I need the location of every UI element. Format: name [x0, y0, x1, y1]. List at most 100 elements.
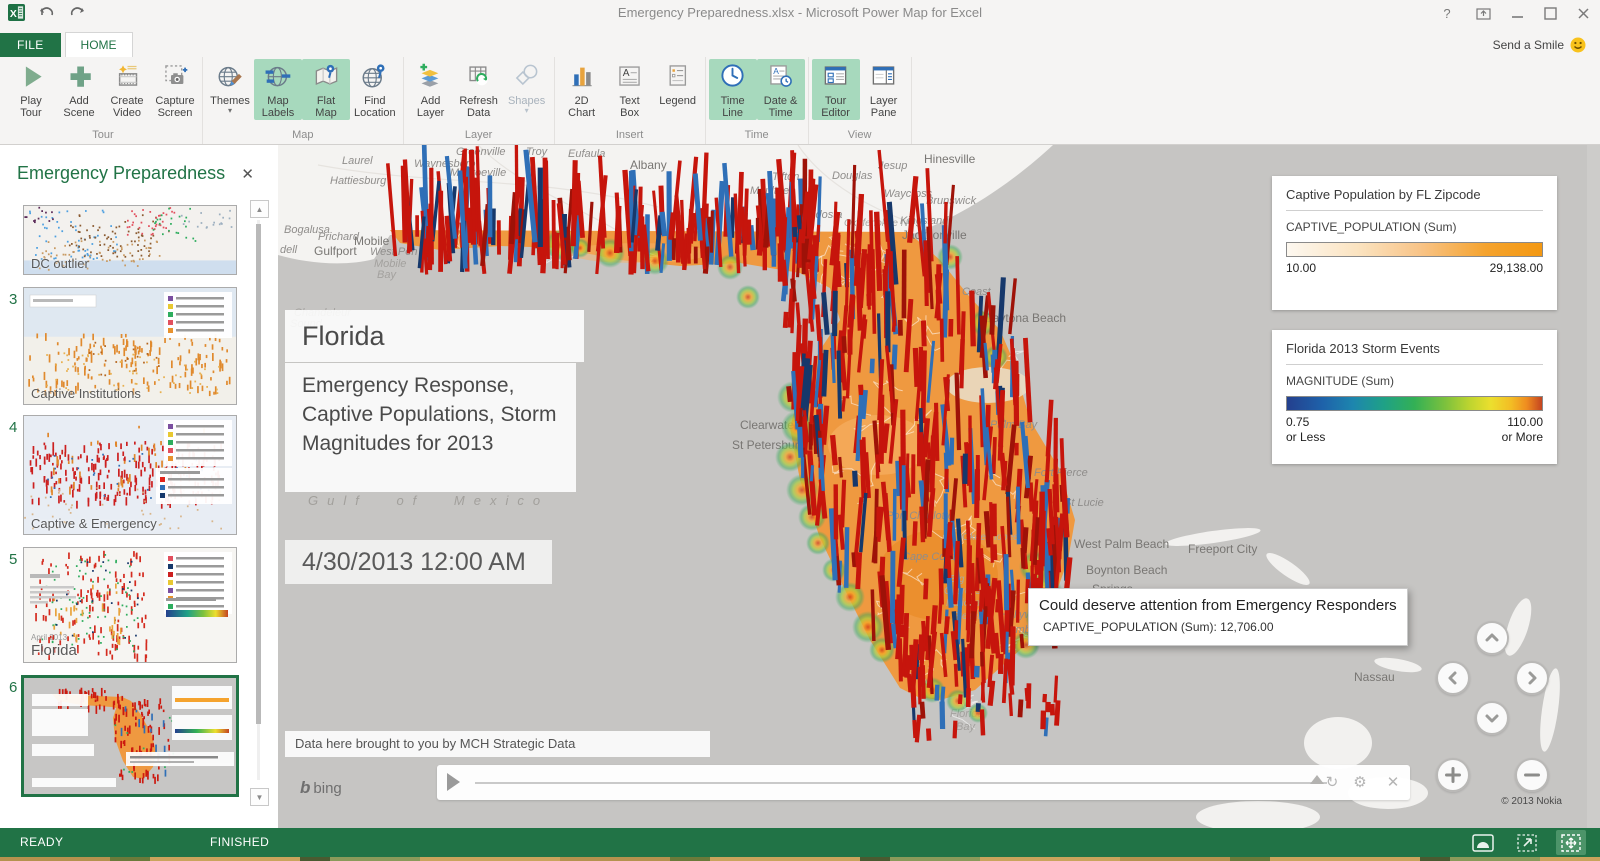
scroll-up-icon[interactable]: ▲: [250, 200, 269, 218]
scene-thumbnail-6[interactable]: 6: [23, 675, 239, 797]
map-area[interactable]: LaurelWaynesboroHattiesburgGreenvilleMon…: [278, 145, 1600, 828]
svg-text:Bay: Bay: [956, 721, 976, 733]
video-icon: [114, 62, 141, 95]
svg-text:Bay: Bay: [377, 269, 397, 281]
ribbon-tab-row: FILE HOME Send a Smile: [0, 26, 1600, 57]
pan-right-button[interactable]: [1515, 661, 1549, 695]
ribbon-group-map: Themes▾MapLabelsFlatMapFindLocationMap: [203, 57, 404, 144]
timeline-track[interactable]: [475, 782, 1327, 784]
ribbon-button-tour-editor[interactable]: TourEditor: [812, 59, 860, 120]
svg-text:Hinesville: Hinesville: [924, 152, 976, 166]
ribbon-button-flat-map[interactable]: FlatMap: [302, 59, 350, 120]
send-a-smile[interactable]: Send a Smile: [1493, 37, 1586, 53]
ribbon-button-shapes[interactable]: Shapes▾: [503, 59, 551, 116]
svg-text:Boynton Beach: Boynton Beach: [1086, 563, 1167, 577]
button-label: PlayTour: [20, 95, 41, 119]
ribbon-button-play-tour[interactable]: PlayTour: [7, 59, 55, 120]
minus-icon: [1524, 767, 1540, 783]
ribbon-button-text-box[interactable]: ATextBox: [606, 59, 654, 120]
legend-icon: [664, 62, 691, 95]
move-arrows-icon: [1561, 834, 1581, 852]
scene-thumbnail-2[interactable]: DC outlier: [23, 205, 237, 275]
timeline-close-icon[interactable]: ✕: [1383, 773, 1403, 793]
scene-thumbnail-5[interactable]: 5April 2013Florida: [23, 547, 237, 663]
scroll-down-icon[interactable]: ▼: [250, 788, 269, 806]
chart-icon: [568, 62, 595, 95]
svg-text:Nassau: Nassau: [1354, 670, 1395, 684]
ribbon-button-create-video[interactable]: CreateVideo: [103, 59, 151, 120]
button-label: LayerPane: [870, 95, 898, 119]
ribbon-button-layer-pane[interactable]: LayerPane: [860, 59, 908, 120]
zoom-in-button[interactable]: [1436, 758, 1470, 792]
help-button[interactable]: ?: [1438, 4, 1456, 22]
tab-home[interactable]: HOME: [65, 32, 133, 57]
image-icon: [1472, 834, 1494, 852]
settings-gear-icon[interactable]: ⚙: [1350, 773, 1370, 793]
pan-down-button[interactable]: [1475, 701, 1509, 735]
legend-field: MAGNITUDE (Sum): [1286, 374, 1543, 388]
button-label: TextBox: [620, 95, 640, 119]
tooltip-value: CAPTIVE_POPULATION (Sum): 12,706.00: [1043, 620, 1407, 634]
screenshot-mode-button[interactable]: [1468, 830, 1498, 855]
tooltip-title: Could deserve attention from Emergency R…: [1039, 597, 1407, 614]
ribbon-button-themes[interactable]: Themes▾: [206, 59, 254, 116]
scene-description-box[interactable]: Emergency Response, Captive Populations,…: [285, 363, 576, 492]
ribbon-button-time-line[interactable]: TimeLine: [709, 59, 757, 120]
svg-text:West Palm Beach: West Palm Beach: [1074, 537, 1169, 551]
ribbon-button-add-scene[interactable]: AddScene: [55, 59, 103, 120]
group-label: Tour: [7, 128, 199, 142]
popout-button[interactable]: [1476, 6, 1491, 20]
ribbon-group-time: TimeLineADate &Time Time: [706, 57, 809, 144]
minimize-button[interactable]: [1511, 7, 1524, 20]
ribbon-button-capture-screen[interactable]: CaptureScreen: [151, 59, 199, 120]
scene-thumbnail-3[interactable]: 3Captive Institutions: [23, 287, 237, 405]
scene-label: Captive Institutions: [31, 386, 141, 401]
scene-label: DC outlier: [31, 256, 89, 271]
ribbon-button-map-labels[interactable]: MapLabels: [254, 59, 302, 120]
tour-title: Emergency Preparedness: [17, 163, 225, 184]
bing-logo: bbing: [300, 778, 342, 798]
tab-file[interactable]: FILE: [0, 33, 61, 57]
button-label: FlatMap: [315, 95, 336, 119]
scene-number: 5: [9, 551, 17, 568]
tour-pane-close-icon[interactable]: ✕: [241, 165, 254, 183]
pan-left-button[interactable]: [1436, 661, 1470, 695]
legend-min-sub: or Less: [1286, 430, 1325, 444]
ribbon-button-2d-chart[interactable]: 2DChart: [558, 59, 606, 120]
scene-thumbnail-4[interactable]: 4Captive & Emergency: [23, 415, 237, 535]
tour-pane-scrollbar[interactable]: ▲ ▼: [250, 200, 268, 800]
ribbon-group-tour: PlayTour AddSceneCreateVideoCaptureScreen…: [4, 57, 203, 144]
legend-title: Florida 2013 Storm Events: [1286, 341, 1543, 356]
ribbon-button-legend[interactable]: Legend: [654, 59, 702, 108]
fit-to-window-button[interactable]: [1556, 830, 1586, 855]
legend-captive-population[interactable]: Captive Population by FL Zipcode CAPTIVE…: [1272, 176, 1557, 310]
scene-label: Captive & Emergency: [31, 516, 157, 531]
ribbon-button-date-time[interactable]: ADate &Time: [757, 59, 805, 120]
legend-max-sub: or More: [1502, 430, 1543, 444]
ribbon-button-find-location[interactable]: FindLocation: [350, 59, 400, 120]
ribbon-group-layer: AddLayerRefreshDataShapes▾Layer: [404, 57, 555, 144]
scroll-thumb[interactable]: [256, 224, 261, 724]
scene-number: 3: [9, 291, 17, 308]
close-button[interactable]: [1577, 7, 1590, 20]
date-time-box[interactable]: 4/30/2013 12:00 AM: [285, 540, 552, 584]
button-label: FindLocation: [354, 95, 396, 119]
timeline-icon: [719, 62, 746, 95]
group-label: Insert: [558, 128, 702, 142]
map-copyright: © 2013 Nokia: [1501, 796, 1562, 807]
window-title: Emergency Preparedness.xlsx - Microsoft …: [0, 5, 1600, 20]
resize-mode-button[interactable]: [1512, 830, 1542, 855]
repeat-icon[interactable]: ↻: [1322, 773, 1342, 793]
group-label: Time: [709, 128, 805, 142]
ribbon-button-add-layer[interactable]: AddLayer: [407, 59, 455, 120]
ribbon-button-refresh-data[interactable]: RefreshData: [455, 59, 503, 120]
svg-text:A: A: [773, 66, 779, 76]
scene-title-box[interactable]: Florida: [285, 310, 584, 362]
pan-up-button[interactable]: [1475, 621, 1509, 655]
play-icon[interactable]: [447, 773, 460, 791]
maximize-button[interactable]: [1544, 7, 1557, 20]
legend-storm-events[interactable]: Florida 2013 Storm Events MAGNITUDE (Sum…: [1272, 330, 1557, 464]
zoom-out-button[interactable]: [1515, 758, 1549, 792]
refresh-icon: [465, 62, 492, 95]
ribbon-group-insert: 2DChartATextBoxLegend Insert: [555, 57, 706, 144]
